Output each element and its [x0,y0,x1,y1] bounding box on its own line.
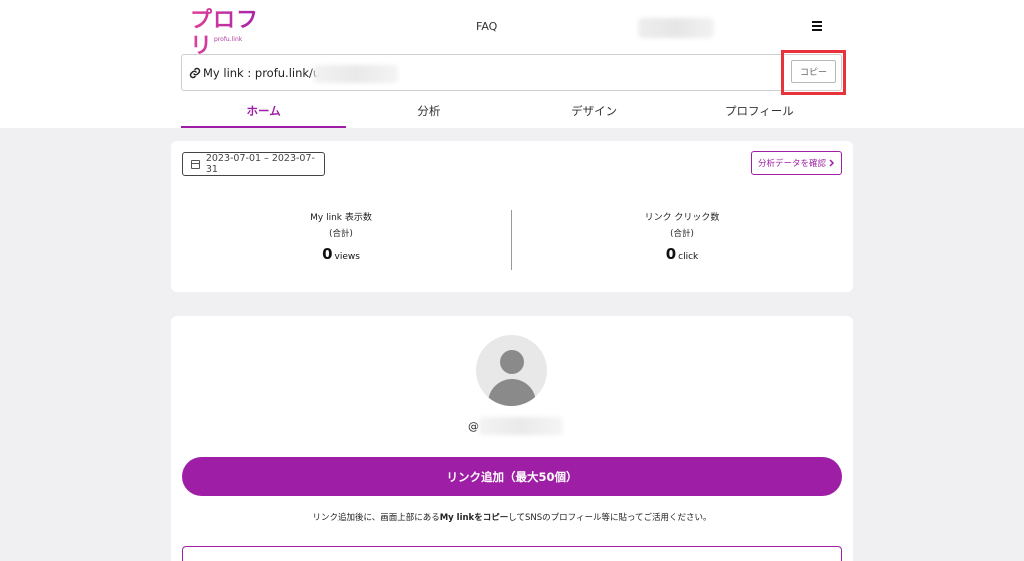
view-analysis-label: 分析データを確認 [757,159,826,169]
link-item-box[interactable] [182,546,842,561]
views-stat: My link 表示数 (合計) 0 views [171,211,511,263]
avatar[interactable] [476,335,547,406]
logo[interactable]: プロフリ profu.link [190,8,270,59]
clicks-title: リンク クリック数 [644,213,720,223]
faq-link[interactable]: FAQ [476,20,497,33]
tab-home[interactable]: ホーム [181,98,347,128]
clicks-value: 0 [665,245,677,263]
mylink-label: My link : profu.link/u/ [203,66,325,80]
username-blurred [638,18,714,38]
hamburger-menu-icon[interactable] [812,19,824,33]
views-title: My link 表示数 [310,213,372,223]
logo-text: プロフリ [190,8,270,60]
avatar-head-icon [500,350,524,374]
tab-design[interactable]: デザイン [512,98,677,128]
tab-analysis[interactable]: 分析 [346,98,511,128]
chevron-right-icon [829,159,835,167]
calendar-icon [191,159,200,169]
date-range-text: 2023-07-01 – 2023-07-31 [205,153,315,175]
views-unit: views [334,252,360,262]
view-analysis-button[interactable]: 分析データを確認 [751,151,842,175]
avatar-body-icon [488,379,536,406]
views-value-wrap: 0 views [171,245,511,263]
clicks-value-wrap: 0 click [512,245,852,263]
tab-bar: ホーム 分析 デザイン プロフィール [181,98,842,128]
date-range-button[interactable]: 2023-07-01 – 2023-07-31 [182,152,325,176]
mylink-bar: My link : profu.link/u/ [181,54,842,91]
hint-bold: My linkをコピー [439,513,509,523]
add-link-button[interactable]: リンク追加（最大50個） [182,457,842,496]
handle-prefix: @ [468,420,479,433]
clicks-unit: click [678,252,699,262]
views-value: 0 [322,245,333,263]
views-sub: (合計) [329,229,353,239]
hint-before: リンク追加後に、画面上部にある [312,513,440,523]
handle-blurred [479,417,563,435]
clicks-sub: (合計) [670,229,694,239]
add-link-hint: リンク追加後に、画面上部にあるMy linkをコピーしてSNSのプロフィール等に… [171,511,853,523]
link-icon [189,67,201,79]
copy-button[interactable]: コピー [791,60,836,83]
profile-card: @ リンク追加（最大50個） リンク追加後に、画面上部にあるMy linkをコピ… [171,316,853,561]
logo-subtext: profu.link [214,36,243,43]
tab-profile[interactable]: プロフィール [677,98,842,128]
stats-card: 2023-07-01 – 2023-07-31 分析データを確認 My link… [171,141,853,292]
mylink-username-blurred [314,65,398,83]
clicks-stat: リンク クリック数 (合計) 0 click [512,211,852,263]
hint-after: してSNSのプロフィール等に貼ってご活用ください。 [508,513,712,523]
top-header: プロフリ profu.link FAQ My link : profu.link… [0,0,1024,128]
